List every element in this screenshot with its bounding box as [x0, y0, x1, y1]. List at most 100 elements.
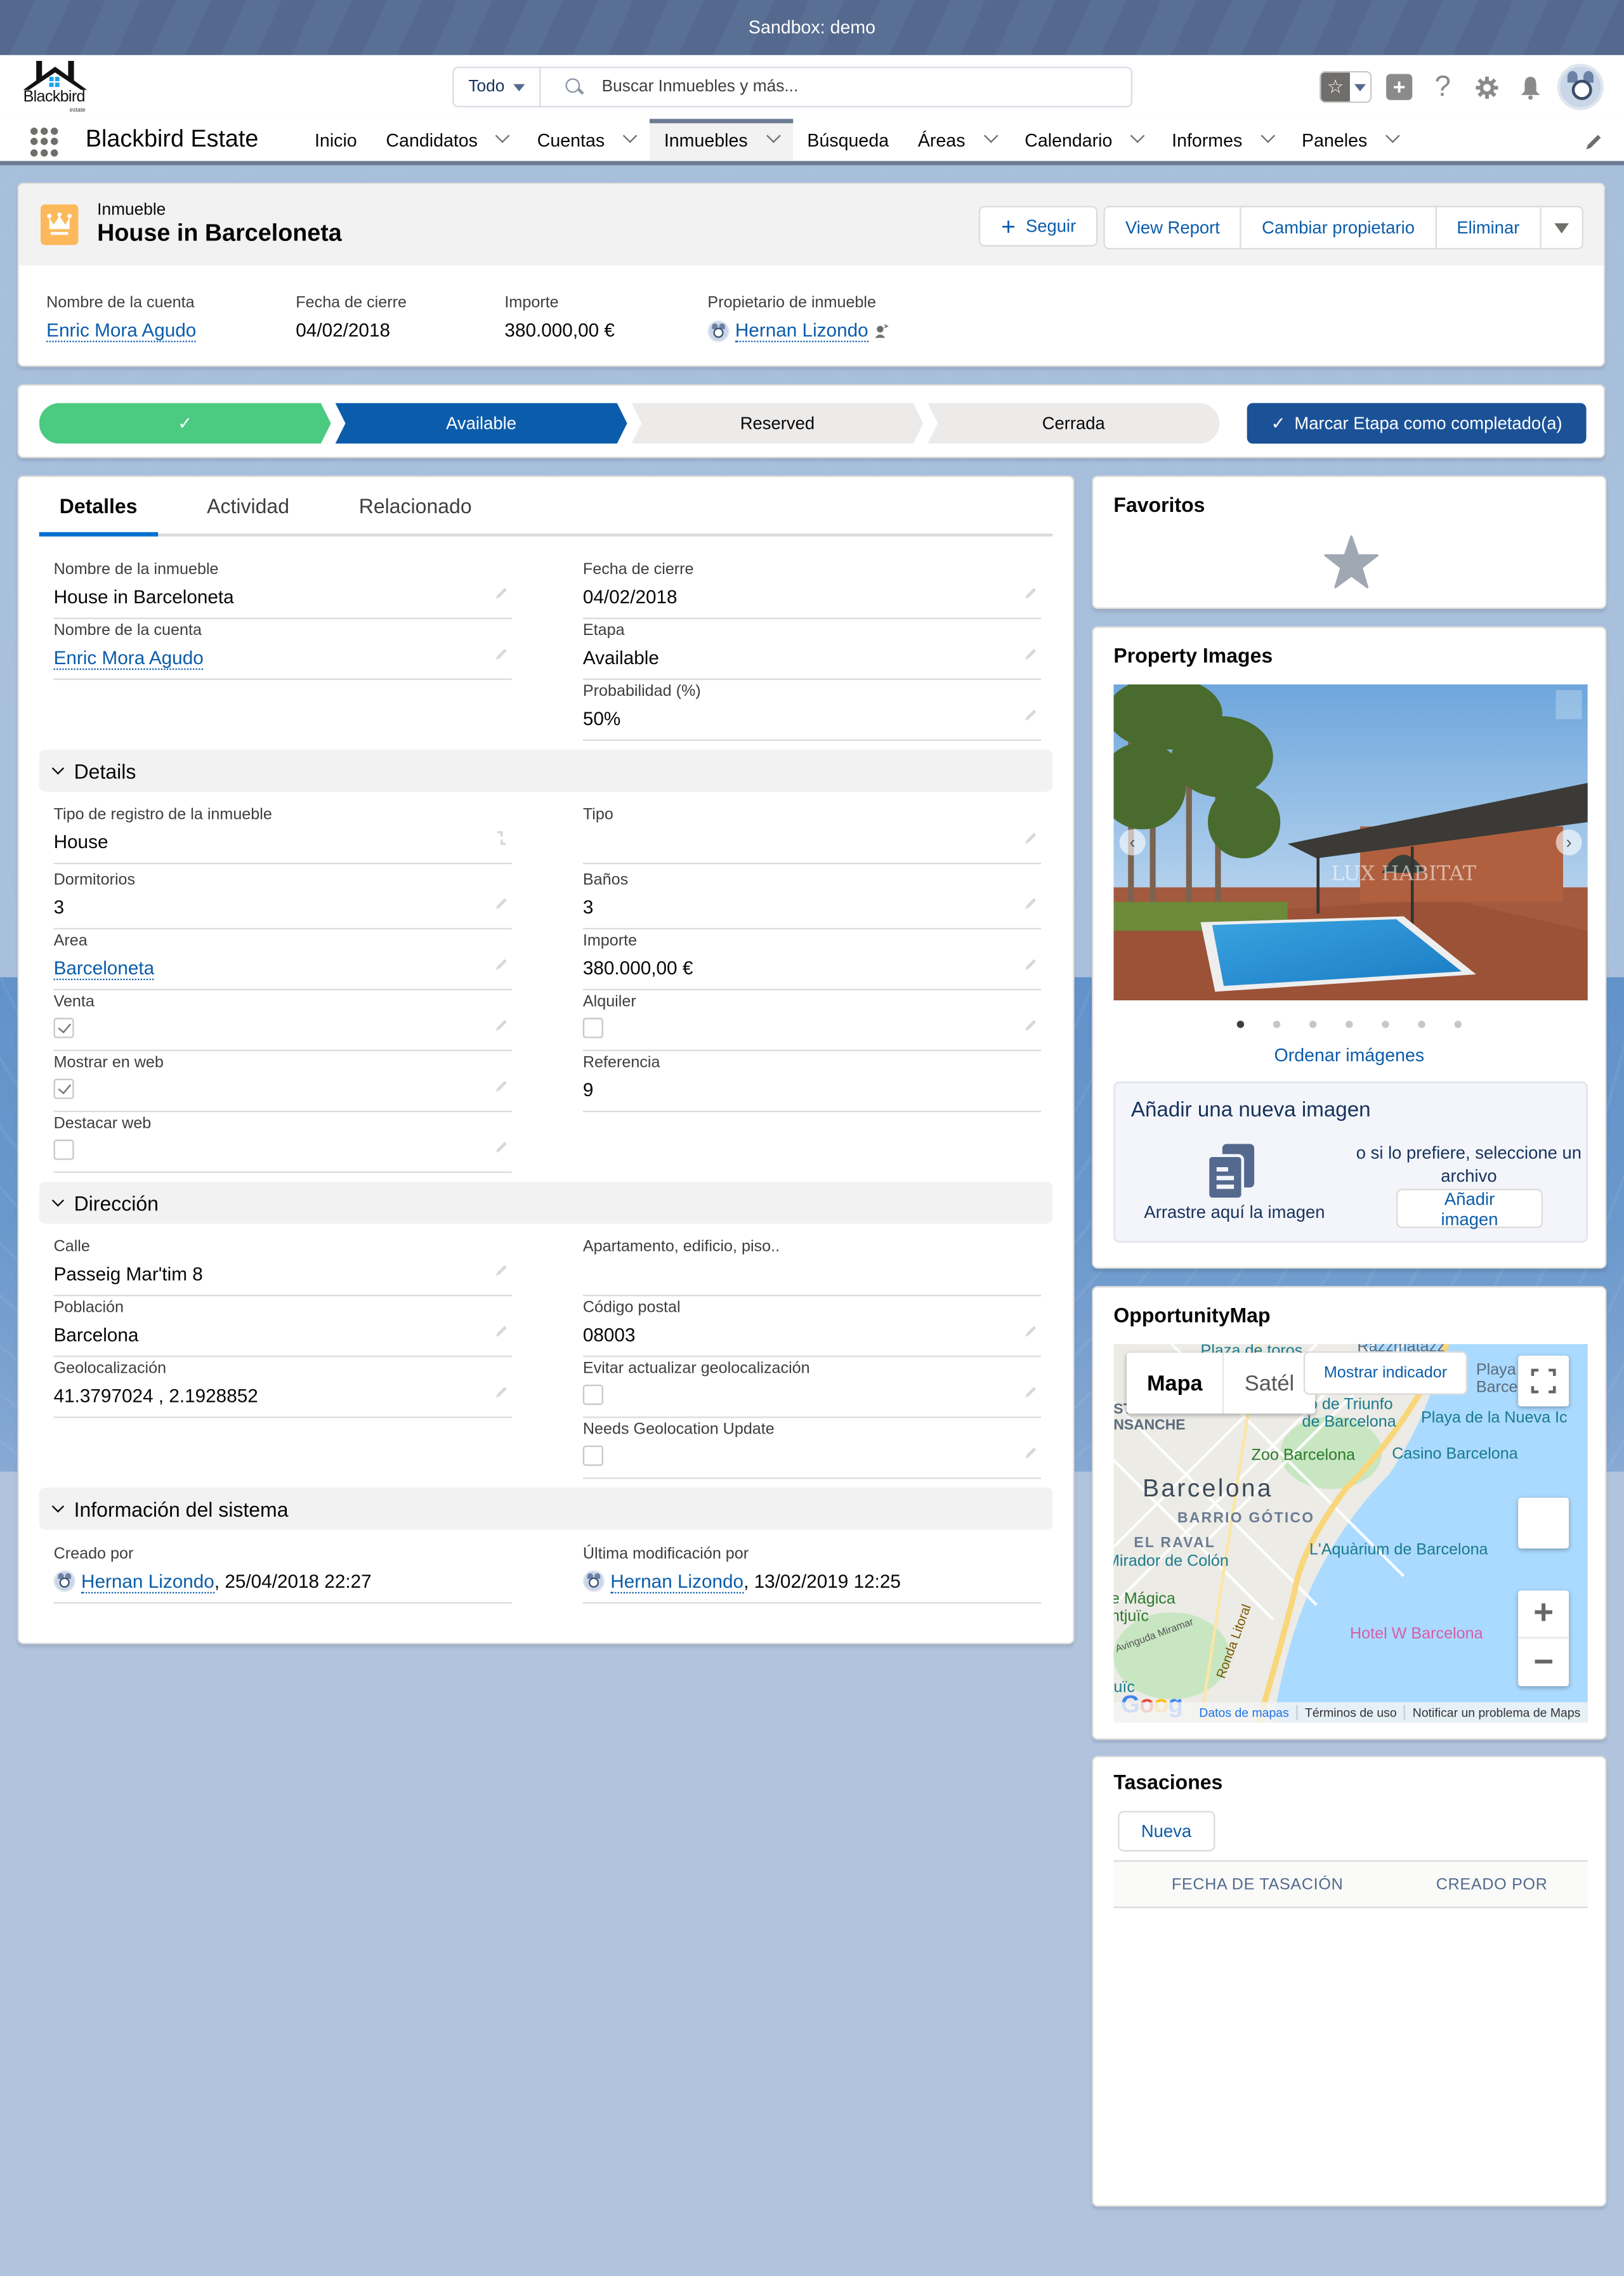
- favorites-button[interactable]: ☆: [1319, 70, 1372, 103]
- app-launcher-icon[interactable]: [30, 128, 60, 157]
- account-link[interactable]: Enric Mora Agudo: [46, 319, 197, 343]
- edit-pencil-icon[interactable]: [494, 957, 509, 972]
- edit-pencil-icon[interactable]: [494, 646, 509, 661]
- edit-pencil-icon[interactable]: [1024, 1018, 1038, 1033]
- carousel-next-button[interactable]: ›: [1555, 829, 1582, 856]
- path-step-complete[interactable]: ✓: [39, 403, 331, 443]
- new-appraisal-button[interactable]: Nueva: [1118, 1810, 1215, 1852]
- created-by-user-link[interactable]: Hernan Lizondo: [81, 1570, 214, 1593]
- section-system-header[interactable]: Información del sistema: [39, 1488, 1053, 1530]
- nav-item-cuentas[interactable]: Cuentas: [523, 119, 650, 160]
- edit-pencil-icon[interactable]: [494, 1018, 509, 1033]
- edit-pencil-icon[interactable]: [1024, 831, 1038, 846]
- change-record-type-icon[interactable]: [494, 831, 509, 846]
- carousel-dot[interactable]: [1382, 1021, 1389, 1028]
- carousel-dot[interactable]: [1273, 1021, 1281, 1028]
- image-upload-dropzone[interactable]: Añadir una nueva imagen Arrastre aquí la…: [1113, 1082, 1588, 1243]
- edit-pencil-icon[interactable]: [494, 1385, 509, 1399]
- edit-pencil-icon[interactable]: [1024, 646, 1038, 661]
- nav-item-busqueda[interactable]: Búsqueda: [793, 119, 903, 160]
- section-address-header[interactable]: Dirección: [39, 1181, 1053, 1224]
- order-images-link[interactable]: Ordenar imágenes: [1093, 1045, 1605, 1066]
- chevron-down-icon[interactable]: [1260, 128, 1275, 143]
- company-logo[interactable]: Blackbird estate: [20, 60, 93, 113]
- account-link[interactable]: Enric Mora Agudo: [53, 646, 204, 670]
- carousel-dot[interactable]: [1236, 1021, 1245, 1028]
- favorites-list-button[interactable]: [1349, 72, 1370, 101]
- chevron-down-icon[interactable]: [495, 128, 511, 143]
- zoom-out-button[interactable]: −: [1518, 1638, 1569, 1686]
- tab-relacionado[interactable]: Relacionado: [339, 477, 492, 533]
- modified-by-user-link[interactable]: Hernan Lizondo: [610, 1570, 744, 1593]
- favorite-star-icon[interactable]: [1323, 533, 1380, 591]
- tab-actividad[interactable]: Actividad: [187, 477, 310, 533]
- global-actions-button[interactable]: +: [1384, 71, 1415, 103]
- show-marker-button[interactable]: Mostrar indicador: [1303, 1351, 1468, 1395]
- map-type-satellite-button[interactable]: Satél: [1222, 1352, 1314, 1414]
- chevron-down-icon[interactable]: [1385, 128, 1400, 143]
- setup-gear-icon[interactable]: [1470, 71, 1502, 103]
- zoom-in-button[interactable]: +: [1518, 1590, 1569, 1638]
- search-scope-dropdown[interactable]: Todo: [454, 68, 541, 106]
- edit-pencil-icon[interactable]: [494, 1079, 509, 1094]
- edit-pencil-icon[interactable]: [494, 585, 509, 600]
- owner-link[interactable]: Hernan Lizondo: [735, 319, 868, 343]
- column-header-created-by[interactable]: CREADO POR: [1436, 1876, 1548, 1893]
- nav-item-calendario[interactable]: Calendario: [1010, 119, 1157, 160]
- nav-item-paneles[interactable]: Paneles: [1287, 119, 1412, 160]
- notifications-bell-icon[interactable]: [1514, 71, 1545, 103]
- street-view-pegman-button[interactable]: [1518, 1498, 1569, 1549]
- edit-pencil-icon[interactable]: [494, 896, 509, 911]
- user-avatar[interactable]: [1557, 63, 1604, 110]
- mark-stage-complete-button[interactable]: ✓ Marcar Etapa como completado(a): [1247, 403, 1587, 444]
- map-type-map-button[interactable]: Mapa: [1127, 1353, 1223, 1414]
- nav-item-candidatos[interactable]: Candidatos: [372, 119, 523, 160]
- carousel-prev-button[interactable]: ‹: [1119, 829, 1146, 856]
- tab-detalles[interactable]: Detalles: [39, 477, 158, 537]
- change-owner-button[interactable]: Cambiar propietario: [1241, 207, 1437, 248]
- change-owner-icon[interactable]: [874, 323, 889, 339]
- path-step-incomplete[interactable]: Cerrada: [927, 403, 1220, 444]
- edit-pencil-icon[interactable]: [1024, 957, 1038, 972]
- view-report-button[interactable]: View Report: [1104, 207, 1242, 248]
- google-map[interactable]: Plaza de toros Razzmatazz STRITO DEL NSA…: [1113, 1344, 1588, 1723]
- search-input[interactable]: [601, 78, 1131, 96]
- nav-item-inmuebles[interactable]: Inmuebles: [649, 119, 793, 161]
- chevron-down-icon[interactable]: [1130, 128, 1145, 143]
- fullscreen-button[interactable]: [1518, 1356, 1569, 1407]
- chevron-down-icon[interactable]: [983, 128, 998, 143]
- edit-nav-pencil-icon[interactable]: [1583, 132, 1604, 152]
- edit-pencil-icon[interactable]: [1024, 1324, 1038, 1338]
- edit-pencil-icon[interactable]: [494, 1263, 509, 1278]
- chevron-down-icon[interactable]: [622, 128, 638, 143]
- edit-pencil-icon[interactable]: [1024, 896, 1038, 911]
- path-step-incomplete[interactable]: Reserved: [631, 403, 923, 443]
- column-header-appraisal-date[interactable]: FECHA DE TASACIÓN: [1172, 1876, 1344, 1893]
- favorites-star-icon[interactable]: ☆: [1321, 72, 1350, 101]
- edit-pencil-icon[interactable]: [1024, 1446, 1038, 1460]
- map-data-link[interactable]: Datos de mapas: [1192, 1705, 1296, 1720]
- help-icon[interactable]: ?: [1427, 70, 1458, 103]
- edit-pencil-icon[interactable]: [1024, 707, 1038, 722]
- report-map-problem-link[interactable]: Notificar un problema de Maps: [1404, 1704, 1588, 1720]
- edit-pencil-icon[interactable]: [494, 1140, 509, 1154]
- edit-pencil-icon[interactable]: [1024, 585, 1038, 600]
- delete-button[interactable]: Eliminar: [1436, 207, 1542, 248]
- terms-of-use-link[interactable]: Términos de uso: [1296, 1704, 1404, 1720]
- carousel-dot[interactable]: [1309, 1021, 1317, 1028]
- area-link[interactable]: Barceloneta: [53, 957, 155, 981]
- follow-button[interactable]: + Seguir: [979, 206, 1098, 247]
- carousel-dot[interactable]: [1418, 1021, 1425, 1028]
- carousel-dot[interactable]: [1454, 1021, 1462, 1028]
- nav-item-inicio[interactable]: Inicio: [300, 119, 371, 160]
- property-photo-carousel[interactable]: LUX HABITAT ‹ ›: [1113, 684, 1588, 1001]
- path-step-current[interactable]: Available: [336, 403, 627, 443]
- carousel-dot[interactable]: [1346, 1021, 1353, 1028]
- nav-item-informes[interactable]: Informes: [1157, 119, 1287, 160]
- edit-pencil-icon[interactable]: [1024, 1385, 1038, 1399]
- chevron-down-icon[interactable]: [766, 128, 781, 143]
- expand-icon[interactable]: [1555, 690, 1582, 719]
- section-details-header[interactable]: Details: [39, 749, 1053, 792]
- nav-item-areas[interactable]: Áreas: [903, 119, 1010, 160]
- add-image-button[interactable]: Añadir imagen: [1396, 1188, 1543, 1229]
